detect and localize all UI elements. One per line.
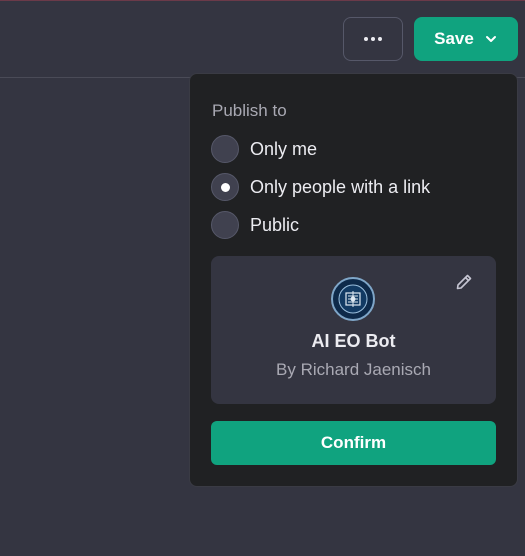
publish-title: Publish to	[212, 101, 287, 120]
confirm-button[interactable]: Confirm	[211, 421, 496, 465]
option-label: Public	[250, 214, 300, 235]
ellipsis-icon	[364, 37, 382, 41]
bot-avatar	[331, 277, 375, 321]
option-label: Only me	[250, 138, 318, 159]
publish-option-only-me[interactable]: Only me	[211, 135, 317, 163]
more-options-button[interactable]	[343, 17, 403, 61]
top-accent-line	[0, 0, 525, 1]
radio-only-people-with-link[interactable]	[211, 173, 239, 201]
pencil-icon[interactable]	[454, 272, 474, 292]
radio-only-me[interactable]	[211, 135, 239, 163]
radio-public[interactable]	[211, 211, 239, 239]
option-label: Only people with a link	[250, 176, 431, 197]
bot-logo-icon	[338, 284, 368, 314]
bot-card: AI EO Bot By Richard Jaenisch	[211, 256, 496, 404]
bot-name: AI EO Bot	[311, 331, 396, 351]
publish-popover: Publish to Only me Only people with a li…	[189, 73, 518, 487]
publish-option-public[interactable]: Public	[211, 211, 299, 239]
publish-option-link[interactable]: Only people with a link	[211, 173, 430, 201]
bot-author: By Richard Jaenisch	[276, 360, 431, 379]
radio-selected-dot	[220, 182, 230, 192]
save-button-label: Save	[434, 29, 474, 48]
chevron-down-icon	[485, 36, 496, 42]
save-button[interactable]: Save	[414, 17, 518, 61]
